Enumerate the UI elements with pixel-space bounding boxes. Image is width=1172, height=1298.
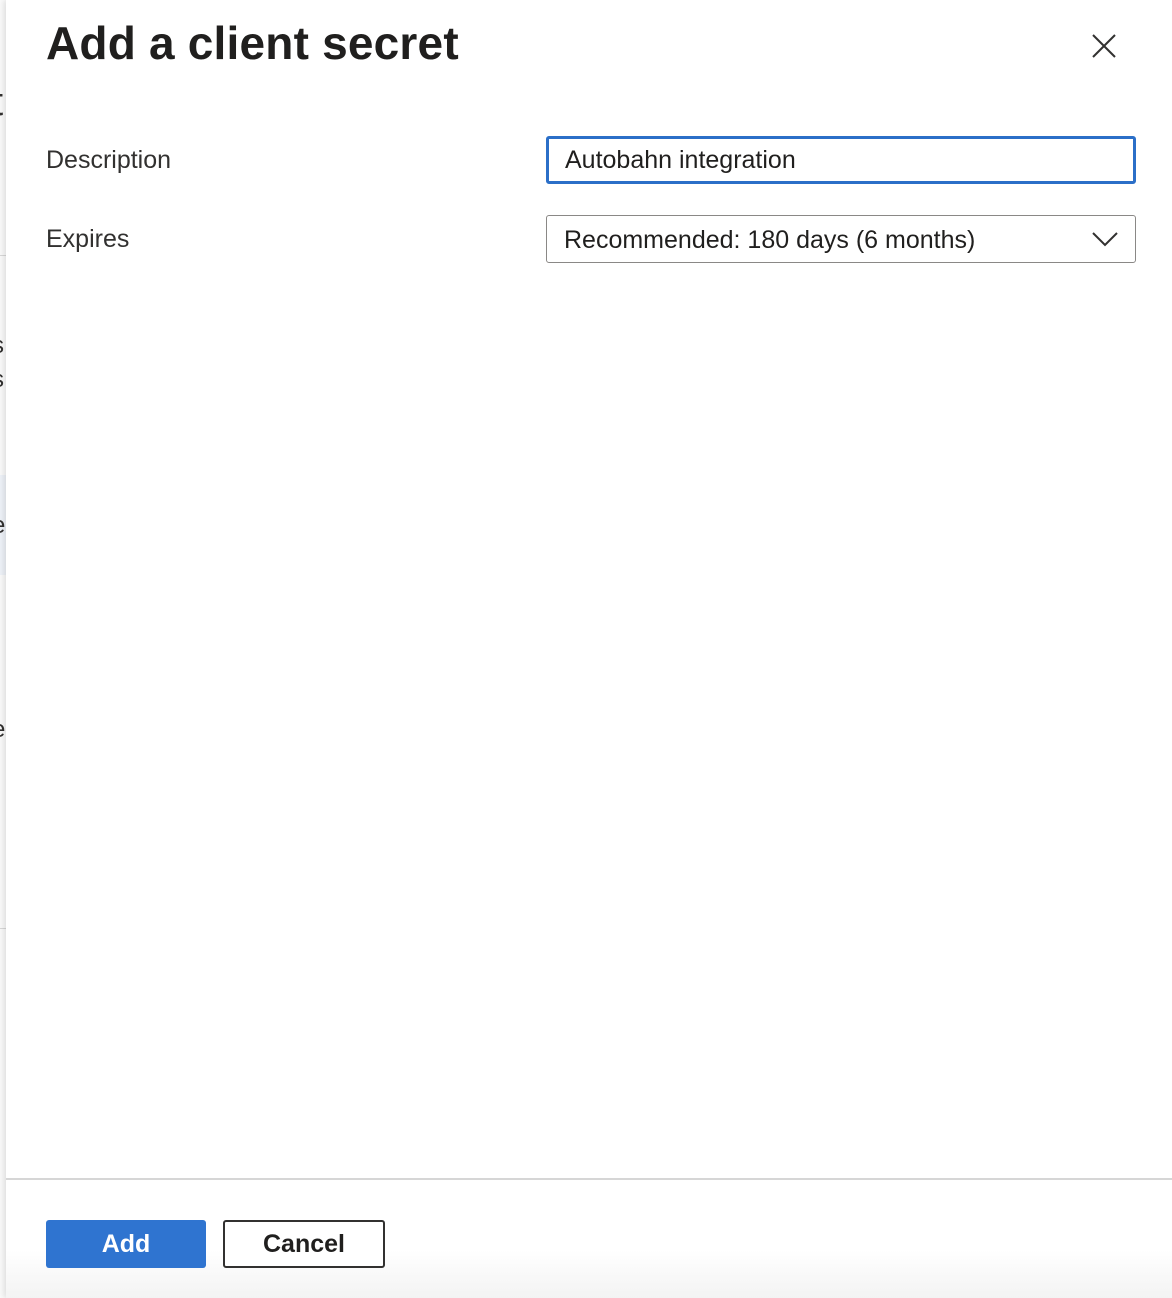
add-button[interactable]: Add (46, 1220, 206, 1268)
background-text-fragment: s (0, 332, 4, 360)
chevron-down-icon (1092, 232, 1118, 247)
footer-divider (6, 1178, 1172, 1180)
expires-selected-value: Recommended: 180 days (6 months) (564, 226, 976, 254)
expires-label: Expires (46, 225, 130, 253)
add-client-secret-panel: Add a client secret Description Expires … (6, 0, 1172, 1298)
description-label: Description (46, 146, 172, 174)
expires-dropdown[interactable]: Recommended: 180 days (6 months) (546, 215, 1136, 263)
background-text-fragment: t (0, 80, 3, 125)
cancel-button[interactable]: Cancel (223, 1220, 385, 1268)
close-button[interactable] (1086, 28, 1122, 64)
background-text-fragment: e (0, 512, 5, 540)
close-icon (1092, 34, 1116, 58)
description-input[interactable] (546, 136, 1136, 184)
background-text-fragment: e (0, 716, 5, 744)
background-text-fragment: s (0, 366, 4, 394)
panel-title: Add a client secret (46, 17, 459, 69)
